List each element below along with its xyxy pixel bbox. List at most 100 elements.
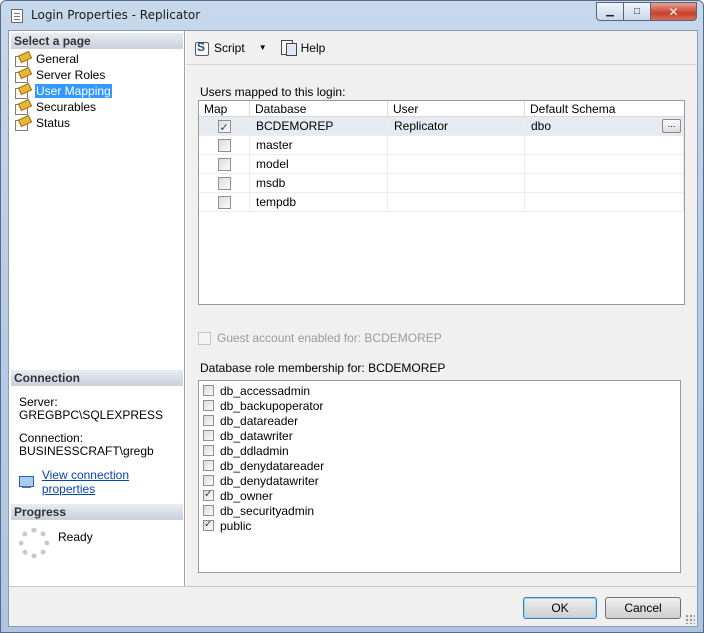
column-header-user[interactable]: User xyxy=(388,101,525,116)
page-item-label: Status xyxy=(36,116,71,130)
guest-account-option: Guest account enabled for: BCDEMOREP xyxy=(198,331,442,345)
browse-schema-button[interactable]: ... xyxy=(662,119,681,133)
column-header-default-schema[interactable]: Default Schema xyxy=(525,101,684,116)
page-item-status[interactable]: Status xyxy=(13,115,183,131)
map-checkbox[interactable] xyxy=(217,195,231,209)
users-mapping-grid: Map Database User Default Schema BCDEMOR… xyxy=(198,100,685,305)
right-pane: Script ▼ Help Users mapped to this login… xyxy=(186,31,697,586)
role-item[interactable]: db_securityadmin xyxy=(199,503,680,518)
role-membership-label: Database role membership for: BCDEMOREP xyxy=(200,361,446,375)
role-item[interactable]: db_accessadmin xyxy=(199,383,680,398)
resize-grip-icon[interactable] xyxy=(685,614,695,624)
page-item-general[interactable]: General xyxy=(13,51,183,67)
page-icon xyxy=(15,53,29,67)
role-label: db_securityadmin xyxy=(220,503,315,518)
role-membership-list: db_accessadmin db_backupoperator db_datare… xyxy=(198,380,681,573)
user-cell[interactable]: Replicator xyxy=(388,117,525,135)
page-item-securables[interactable]: Securables xyxy=(13,99,183,115)
server-value: GREGBPC\SQLEXPRESS xyxy=(19,408,164,422)
database-cell: BCDEMOREP xyxy=(250,117,388,135)
map-cell xyxy=(199,193,250,211)
role-item[interactable]: db_datawriter xyxy=(199,428,680,443)
dialog-client-area: Select a page General Server Roles User … xyxy=(8,30,698,627)
role-item[interactable]: db_denydatareader xyxy=(199,458,680,473)
maximize-button[interactable]: □ xyxy=(623,2,650,21)
map-checkbox[interactable] xyxy=(217,119,231,138)
database-cell: tempdb xyxy=(250,193,388,211)
page-item-label: Securables xyxy=(36,100,97,114)
role-label: db_denydatawriter xyxy=(220,473,319,488)
page-item-server-roles[interactable]: Server Roles xyxy=(13,67,183,83)
view-connection-link[interactable]: View connection properties xyxy=(42,468,184,496)
role-item[interactable]: public xyxy=(199,518,680,533)
window-title: Login Properties - Replicator xyxy=(31,8,201,22)
role-checkbox[interactable] xyxy=(203,460,214,471)
role-checkbox[interactable] xyxy=(203,385,214,396)
table-row[interactable]: model xyxy=(199,155,684,174)
role-item[interactable]: db_datareader xyxy=(199,413,680,428)
title-bar[interactable]: Login Properties - Replicator ▁ □ ✕ xyxy=(1,1,703,31)
role-checkbox[interactable] xyxy=(203,519,214,531)
page-item-label: Server Roles xyxy=(36,68,106,82)
help-icon xyxy=(280,40,297,56)
map-cell xyxy=(199,117,250,138)
default-schema-cell[interactable] xyxy=(525,155,684,173)
ok-button[interactable]: OK xyxy=(523,597,597,619)
role-checkbox[interactable] xyxy=(203,445,214,456)
user-cell[interactable] xyxy=(388,136,525,154)
user-cell[interactable] xyxy=(388,193,525,211)
map-cell xyxy=(199,174,250,192)
role-checkbox[interactable] xyxy=(203,400,214,411)
user-cell[interactable] xyxy=(388,174,525,192)
role-checkbox[interactable] xyxy=(203,505,214,516)
role-item[interactable]: db_owner xyxy=(199,488,680,503)
role-checkbox[interactable] xyxy=(203,430,214,441)
map-checkbox[interactable] xyxy=(217,157,231,171)
view-connection-properties[interactable]: View connection properties xyxy=(19,468,184,496)
default-schema-cell[interactable] xyxy=(525,174,684,192)
role-item[interactable]: db_denydatawriter xyxy=(199,473,680,488)
role-label: db_datareader xyxy=(220,413,299,428)
guest-account-checkbox[interactable] xyxy=(198,331,211,345)
table-row[interactable]: msdb xyxy=(199,174,684,193)
default-schema-cell[interactable]: dbo... xyxy=(525,117,684,135)
role-item[interactable]: db_backupoperator xyxy=(199,398,680,413)
guest-account-label: Guest account enabled for: BCDEMOREP xyxy=(217,331,442,345)
script-label: Script xyxy=(214,40,245,55)
role-label: db_accessadmin xyxy=(220,383,311,398)
role-checkbox[interactable] xyxy=(203,475,214,486)
cancel-button[interactable]: Cancel xyxy=(605,597,681,619)
minimize-button[interactable]: ▁ xyxy=(596,2,623,21)
table-row[interactable]: master xyxy=(199,136,684,155)
button-bar: OK Cancel xyxy=(9,586,697,626)
help-button[interactable]: Help xyxy=(275,40,325,56)
map-cell xyxy=(199,136,250,154)
page-icon xyxy=(15,69,29,83)
map-cell xyxy=(199,155,250,173)
role-checkbox[interactable] xyxy=(203,415,214,426)
default-schema-cell[interactable] xyxy=(525,136,684,154)
page-icon xyxy=(15,85,29,99)
role-item[interactable]: db_ddladmin xyxy=(199,443,680,458)
role-checkbox[interactable] xyxy=(203,489,214,501)
caption-buttons: ▁ □ ✕ xyxy=(596,2,697,21)
page-icon xyxy=(15,117,29,131)
column-header-map[interactable]: Map xyxy=(199,101,250,116)
default-schema-value: dbo xyxy=(531,119,552,133)
map-checkbox[interactable] xyxy=(217,176,231,190)
role-label: public xyxy=(220,518,252,533)
table-row[interactable]: tempdb xyxy=(199,193,684,212)
page-item-label: User Mapping xyxy=(35,84,112,98)
connection-value: BUSINESSCRAFT\gregb xyxy=(19,444,154,458)
user-cell[interactable] xyxy=(388,155,525,173)
table-row[interactable]: BCDEMOREPReplicatordbo... xyxy=(199,117,684,138)
database-cell: model xyxy=(250,155,388,173)
map-checkbox[interactable] xyxy=(217,138,231,152)
page-item-user-mapping[interactable]: User Mapping xyxy=(13,83,183,99)
column-header-database[interactable]: Database xyxy=(250,101,388,116)
default-schema-cell[interactable] xyxy=(525,193,684,211)
script-icon xyxy=(194,40,210,56)
script-button[interactable]: Script ▼ xyxy=(194,40,267,56)
chevron-down-icon[interactable]: ▼ xyxy=(259,43,267,52)
close-button[interactable]: ✕ xyxy=(650,2,697,21)
